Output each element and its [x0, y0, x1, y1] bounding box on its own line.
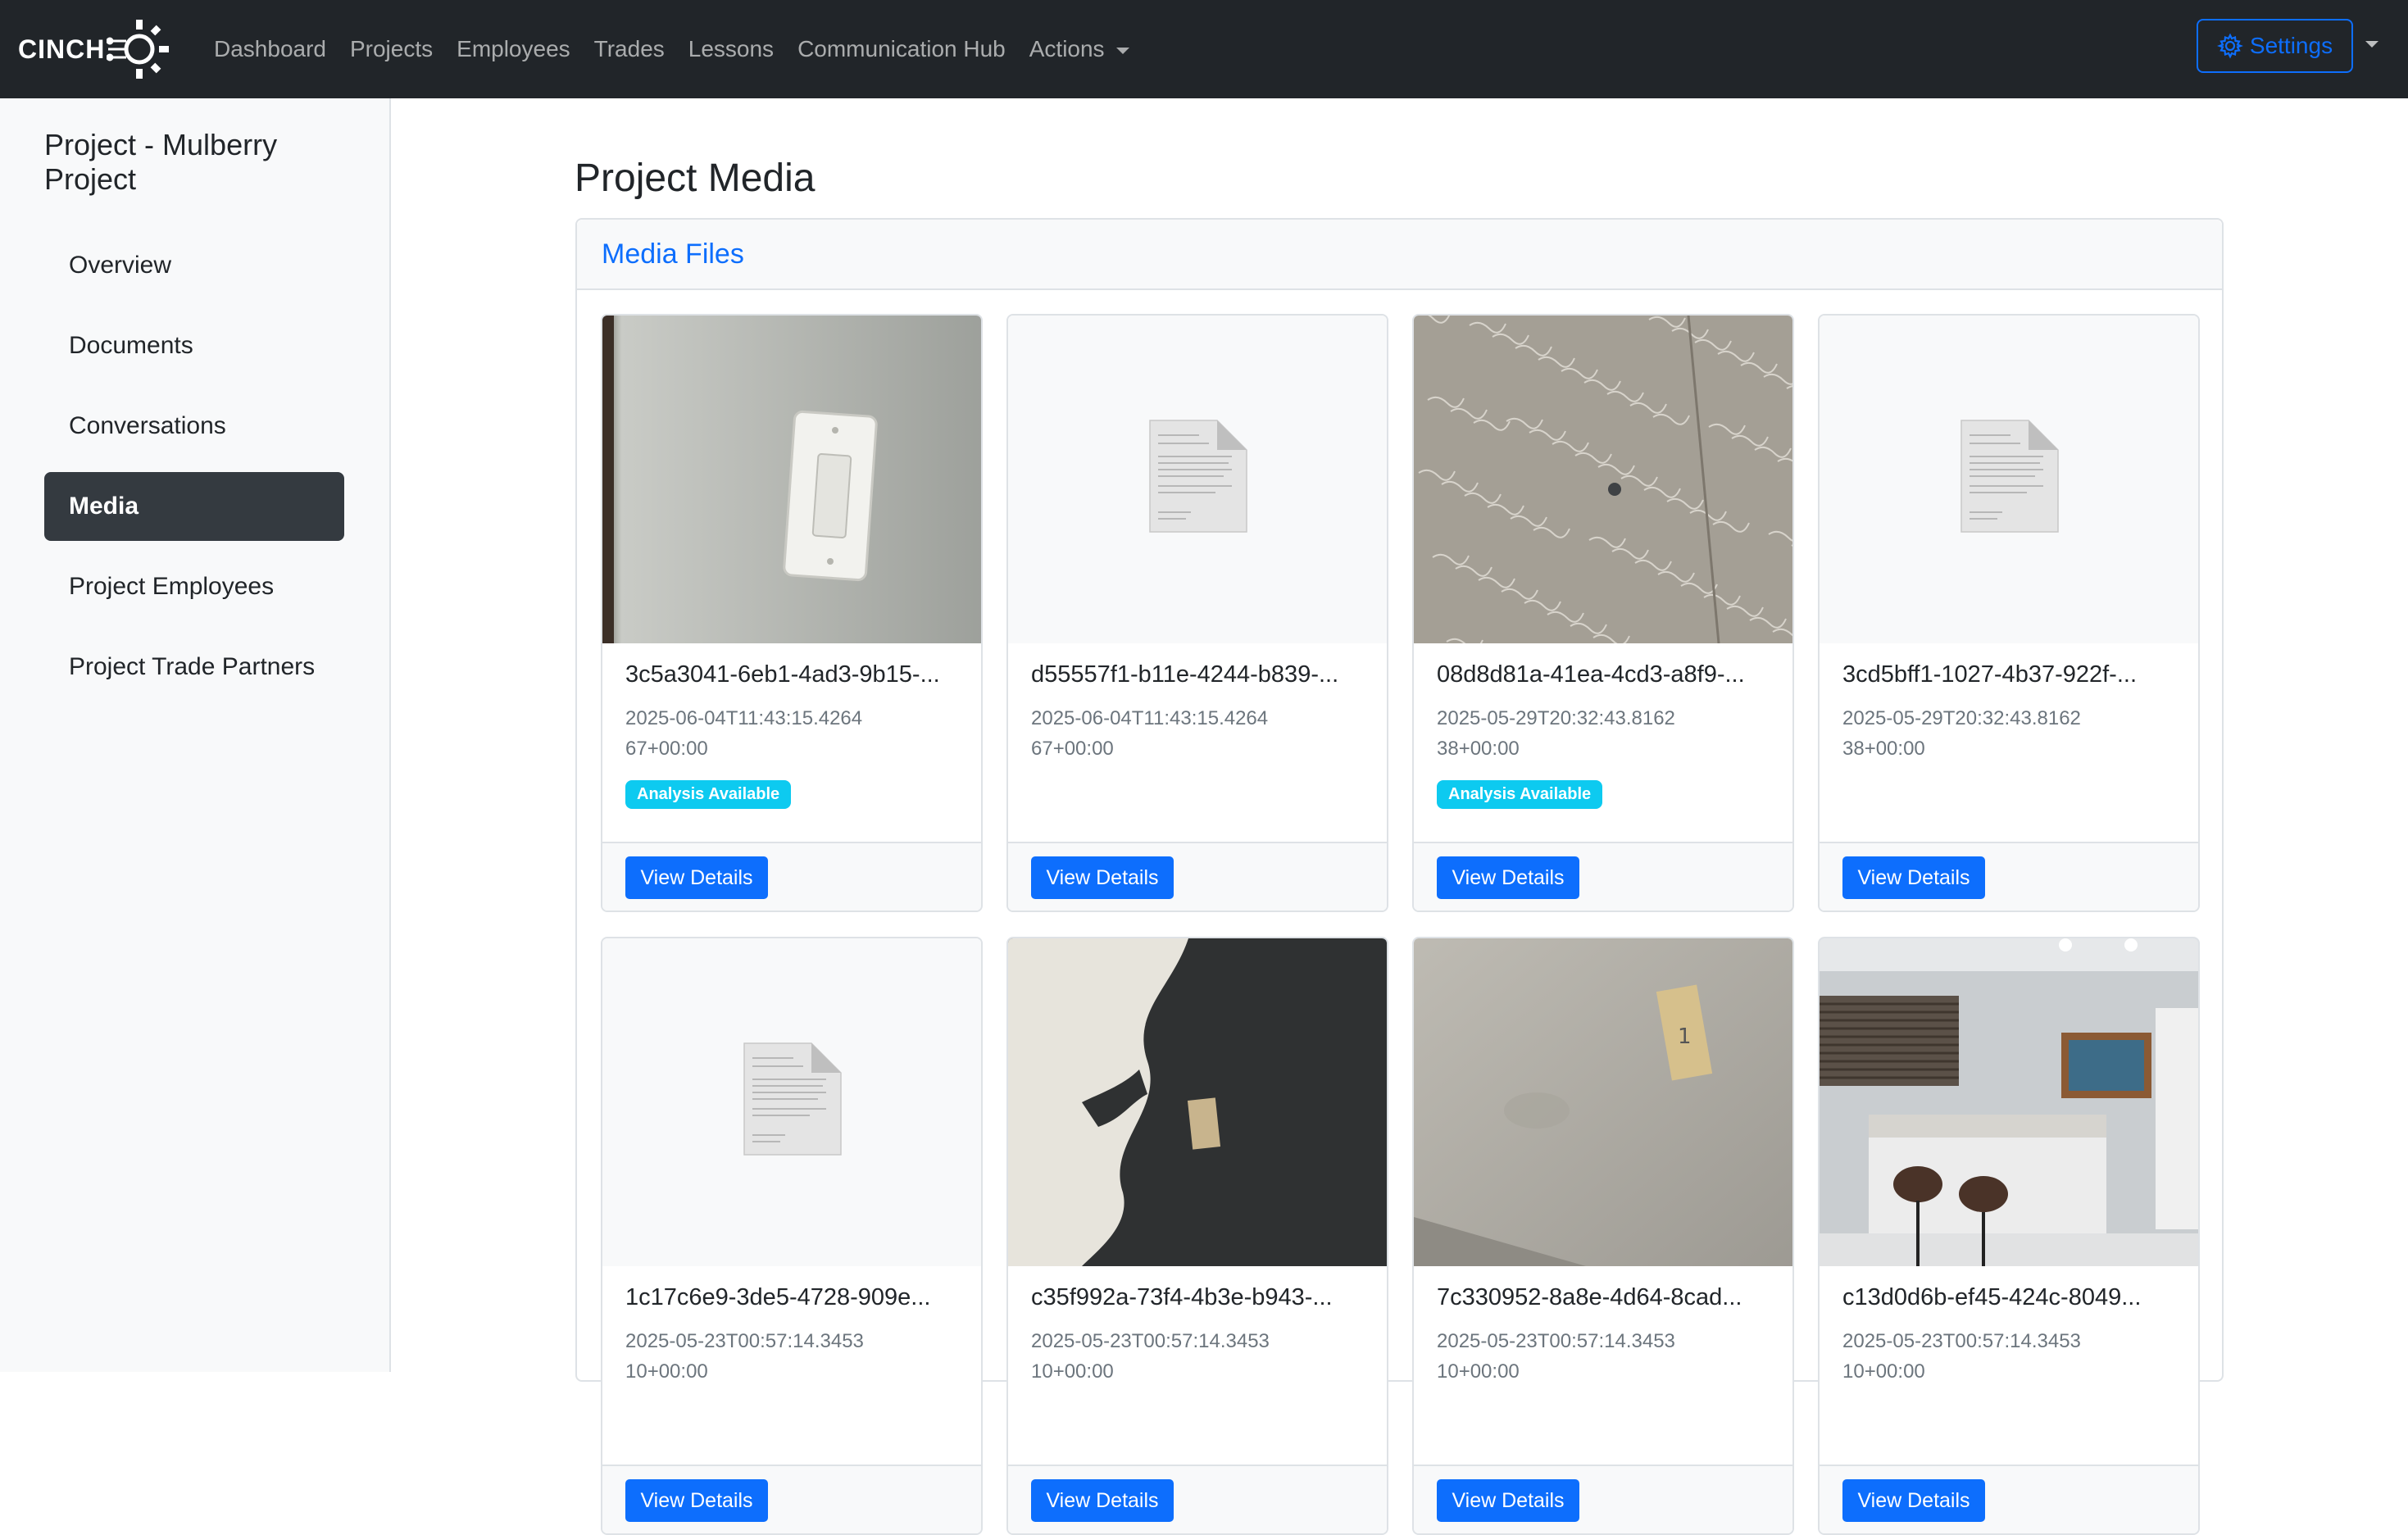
- nav-actions-dropdown[interactable]: Actions: [1029, 36, 1129, 62]
- document-icon[interactable]: [602, 938, 981, 1266]
- nav-trades[interactable]: Trades: [594, 36, 665, 62]
- media-thumbnail[interactable]: [1008, 938, 1387, 1266]
- page-title: Project Media: [575, 157, 816, 200]
- media-card-body: 3c5a3041-6eb1-4ad3-9b15-... 2025-06-04T11…: [602, 643, 981, 809]
- nav-employees[interactable]: Employees: [457, 36, 570, 62]
- gear-icon: [2216, 33, 2243, 59]
- media-card-body: 1c17c6e9-3de5-4728-909e... 2025-05-23T00:…: [602, 1266, 981, 1387]
- media-card-footer: View Details: [602, 1465, 981, 1533]
- settings-button[interactable]: Settings: [2197, 19, 2353, 73]
- media-card-footer: View Details: [1820, 1465, 2198, 1533]
- view-details-button[interactable]: View Details: [1842, 1479, 1985, 1522]
- media-timestamp: 2025-05-23T00:57:14.345310+00:00: [1031, 1330, 1270, 1383]
- gear-logo-icon: [107, 20, 170, 79]
- document-icon[interactable]: [1820, 316, 2198, 643]
- sidebar-item-media[interactable]: Media: [44, 472, 344, 541]
- sidebar-item-documents[interactable]: Documents: [44, 311, 344, 380]
- media-card[interactable]: c35f992a-73f4-4b3e-b943-... 2025-05-23T00…: [1006, 937, 1388, 1535]
- media-thumbnail[interactable]: [1820, 938, 2198, 1266]
- analysis-available-badge: Analysis Available: [1437, 780, 1603, 809]
- media-card-footer: View Details: [1008, 842, 1387, 911]
- svg-text:1: 1: [1678, 1024, 1692, 1049]
- view-details-button[interactable]: View Details: [625, 856, 768, 899]
- media-filename: c13d0d6b-ef45-424c-8049...: [1842, 1284, 2142, 1310]
- media-filename: 3c5a3041-6eb1-4ad3-9b15-...: [625, 661, 940, 688]
- sidebar-item-project-trade-partners[interactable]: Project Trade Partners: [44, 633, 344, 702]
- nav-projects[interactable]: Projects: [350, 36, 433, 62]
- media-card[interactable]: 1 7c330952-8a8e-4d64-8cad... 2025-05-23T0…: [1412, 937, 1794, 1535]
- media-timestamp: 2025-05-23T00:57:14.345310+00:00: [625, 1330, 864, 1383]
- view-details-button[interactable]: View Details: [1437, 1479, 1579, 1522]
- media-thumbnail[interactable]: [1414, 316, 1792, 643]
- view-details-button[interactable]: View Details: [625, 1479, 768, 1522]
- media-timestamp: 2025-06-04T11:43:15.426467+00:00: [1031, 707, 1269, 760]
- view-details-button[interactable]: View Details: [1031, 856, 1174, 899]
- nav-dashboard[interactable]: Dashboard: [214, 36, 326, 62]
- media-card[interactable]: d55557f1-b11e-4244-b839-... 2025-06-04T11…: [1006, 314, 1388, 912]
- media-card-body: c13d0d6b-ef45-424c-8049... 2025-05-23T00:…: [1820, 1266, 2198, 1387]
- top-navbar: CINCH Dashboard Projects Employees Trade…: [0, 0, 2408, 98]
- media-filename: 08d8d81a-41ea-4cd3-a8f9-...: [1437, 661, 1745, 688]
- media-card-body: 3cd5bff1-1027-4b37-922f-... 2025-05-29T20…: [1820, 643, 2198, 764]
- media-card-footer: View Details: [1414, 1465, 1792, 1533]
- nav-communication-hub[interactable]: Communication Hub: [797, 36, 1006, 62]
- media-filename: c35f992a-73f4-4b3e-b943-...: [1031, 1284, 1333, 1310]
- media-card[interactable]: 3c5a3041-6eb1-4ad3-9b15-... 2025-06-04T11…: [601, 314, 983, 912]
- media-card[interactable]: 1c17c6e9-3de5-4728-909e... 2025-05-23T00:…: [601, 937, 983, 1535]
- card-header-title: Media Files: [602, 238, 744, 270]
- user-menu-chevron-icon[interactable]: [2365, 41, 2378, 48]
- media-filename: 3cd5bff1-1027-4b37-922f-...: [1842, 661, 2138, 688]
- media-card-footer: View Details: [1008, 1465, 1387, 1533]
- media-card[interactable]: 08d8d81a-41ea-4cd3-a8f9-... 2025-05-29T20…: [1412, 314, 1794, 912]
- sidebar-item-project-employees[interactable]: Project Employees: [44, 552, 344, 621]
- nav-links: Dashboard Projects Employees Trades Less…: [214, 0, 1153, 98]
- media-filename: 7c330952-8a8e-4d64-8cad...: [1437, 1284, 1742, 1310]
- nav-lessons[interactable]: Lessons: [688, 36, 774, 62]
- media-timestamp: 2025-05-29T20:32:43.816238+00:00: [1437, 707, 1675, 760]
- media-card-footer: View Details: [1414, 842, 1792, 911]
- settings-label: Settings: [2249, 33, 2333, 58]
- media-timestamp: 2025-05-23T00:57:14.345310+00:00: [1842, 1330, 2081, 1383]
- document-icon[interactable]: [1008, 316, 1387, 643]
- media-card[interactable]: 3cd5bff1-1027-4b37-922f-... 2025-05-29T20…: [1818, 314, 2200, 912]
- media-card-footer: View Details: [602, 842, 981, 911]
- media-filename: 1c17c6e9-3de5-4728-909e...: [625, 1284, 931, 1310]
- sidebar-item-overview[interactable]: Overview: [44, 231, 344, 300]
- media-timestamp: 2025-05-23T00:57:14.345310+00:00: [1437, 1330, 1675, 1383]
- media-card[interactable]: c13d0d6b-ef45-424c-8049... 2025-05-23T00:…: [1818, 937, 2200, 1535]
- media-timestamp: 2025-05-29T20:32:43.816238+00:00: [1842, 707, 2081, 760]
- media-card-body: 7c330952-8a8e-4d64-8cad... 2025-05-23T00:…: [1414, 1266, 1792, 1387]
- view-details-button[interactable]: View Details: [1842, 856, 1985, 899]
- media-card-footer: View Details: [1820, 842, 2198, 911]
- analysis-available-badge: Analysis Available: [625, 780, 792, 809]
- view-details-button[interactable]: View Details: [1031, 1479, 1174, 1522]
- media-card-body: d55557f1-b11e-4244-b839-... 2025-06-04T11…: [1008, 643, 1387, 764]
- nav-actions-label: Actions: [1029, 36, 1105, 61]
- media-timestamp: 2025-06-04T11:43:15.426467+00:00: [625, 707, 863, 760]
- chevron-down-icon: [1115, 47, 1129, 54]
- card-header: Media Files: [577, 220, 2222, 290]
- brand-text: CINCH: [18, 34, 106, 64]
- media-thumbnail[interactable]: [602, 316, 981, 643]
- sidebar-item-conversations[interactable]: Conversations: [44, 392, 344, 461]
- view-details-button[interactable]: View Details: [1437, 856, 1579, 899]
- media-card-body: c35f992a-73f4-4b3e-b943-... 2025-05-23T00…: [1008, 1266, 1387, 1387]
- media-filename: d55557f1-b11e-4244-b839-...: [1031, 661, 1339, 688]
- media-card-body: 08d8d81a-41ea-4cd3-a8f9-... 2025-05-29T20…: [1414, 643, 1792, 809]
- sidebar-project-title: Project - Mulberry Project: [44, 128, 278, 196]
- sidebar: Project - Mulberry Project Overview Docu…: [0, 98, 391, 1372]
- brand-logo[interactable]: CINCH: [18, 16, 172, 82]
- media-thumbnail[interactable]: 1: [1414, 938, 1792, 1266]
